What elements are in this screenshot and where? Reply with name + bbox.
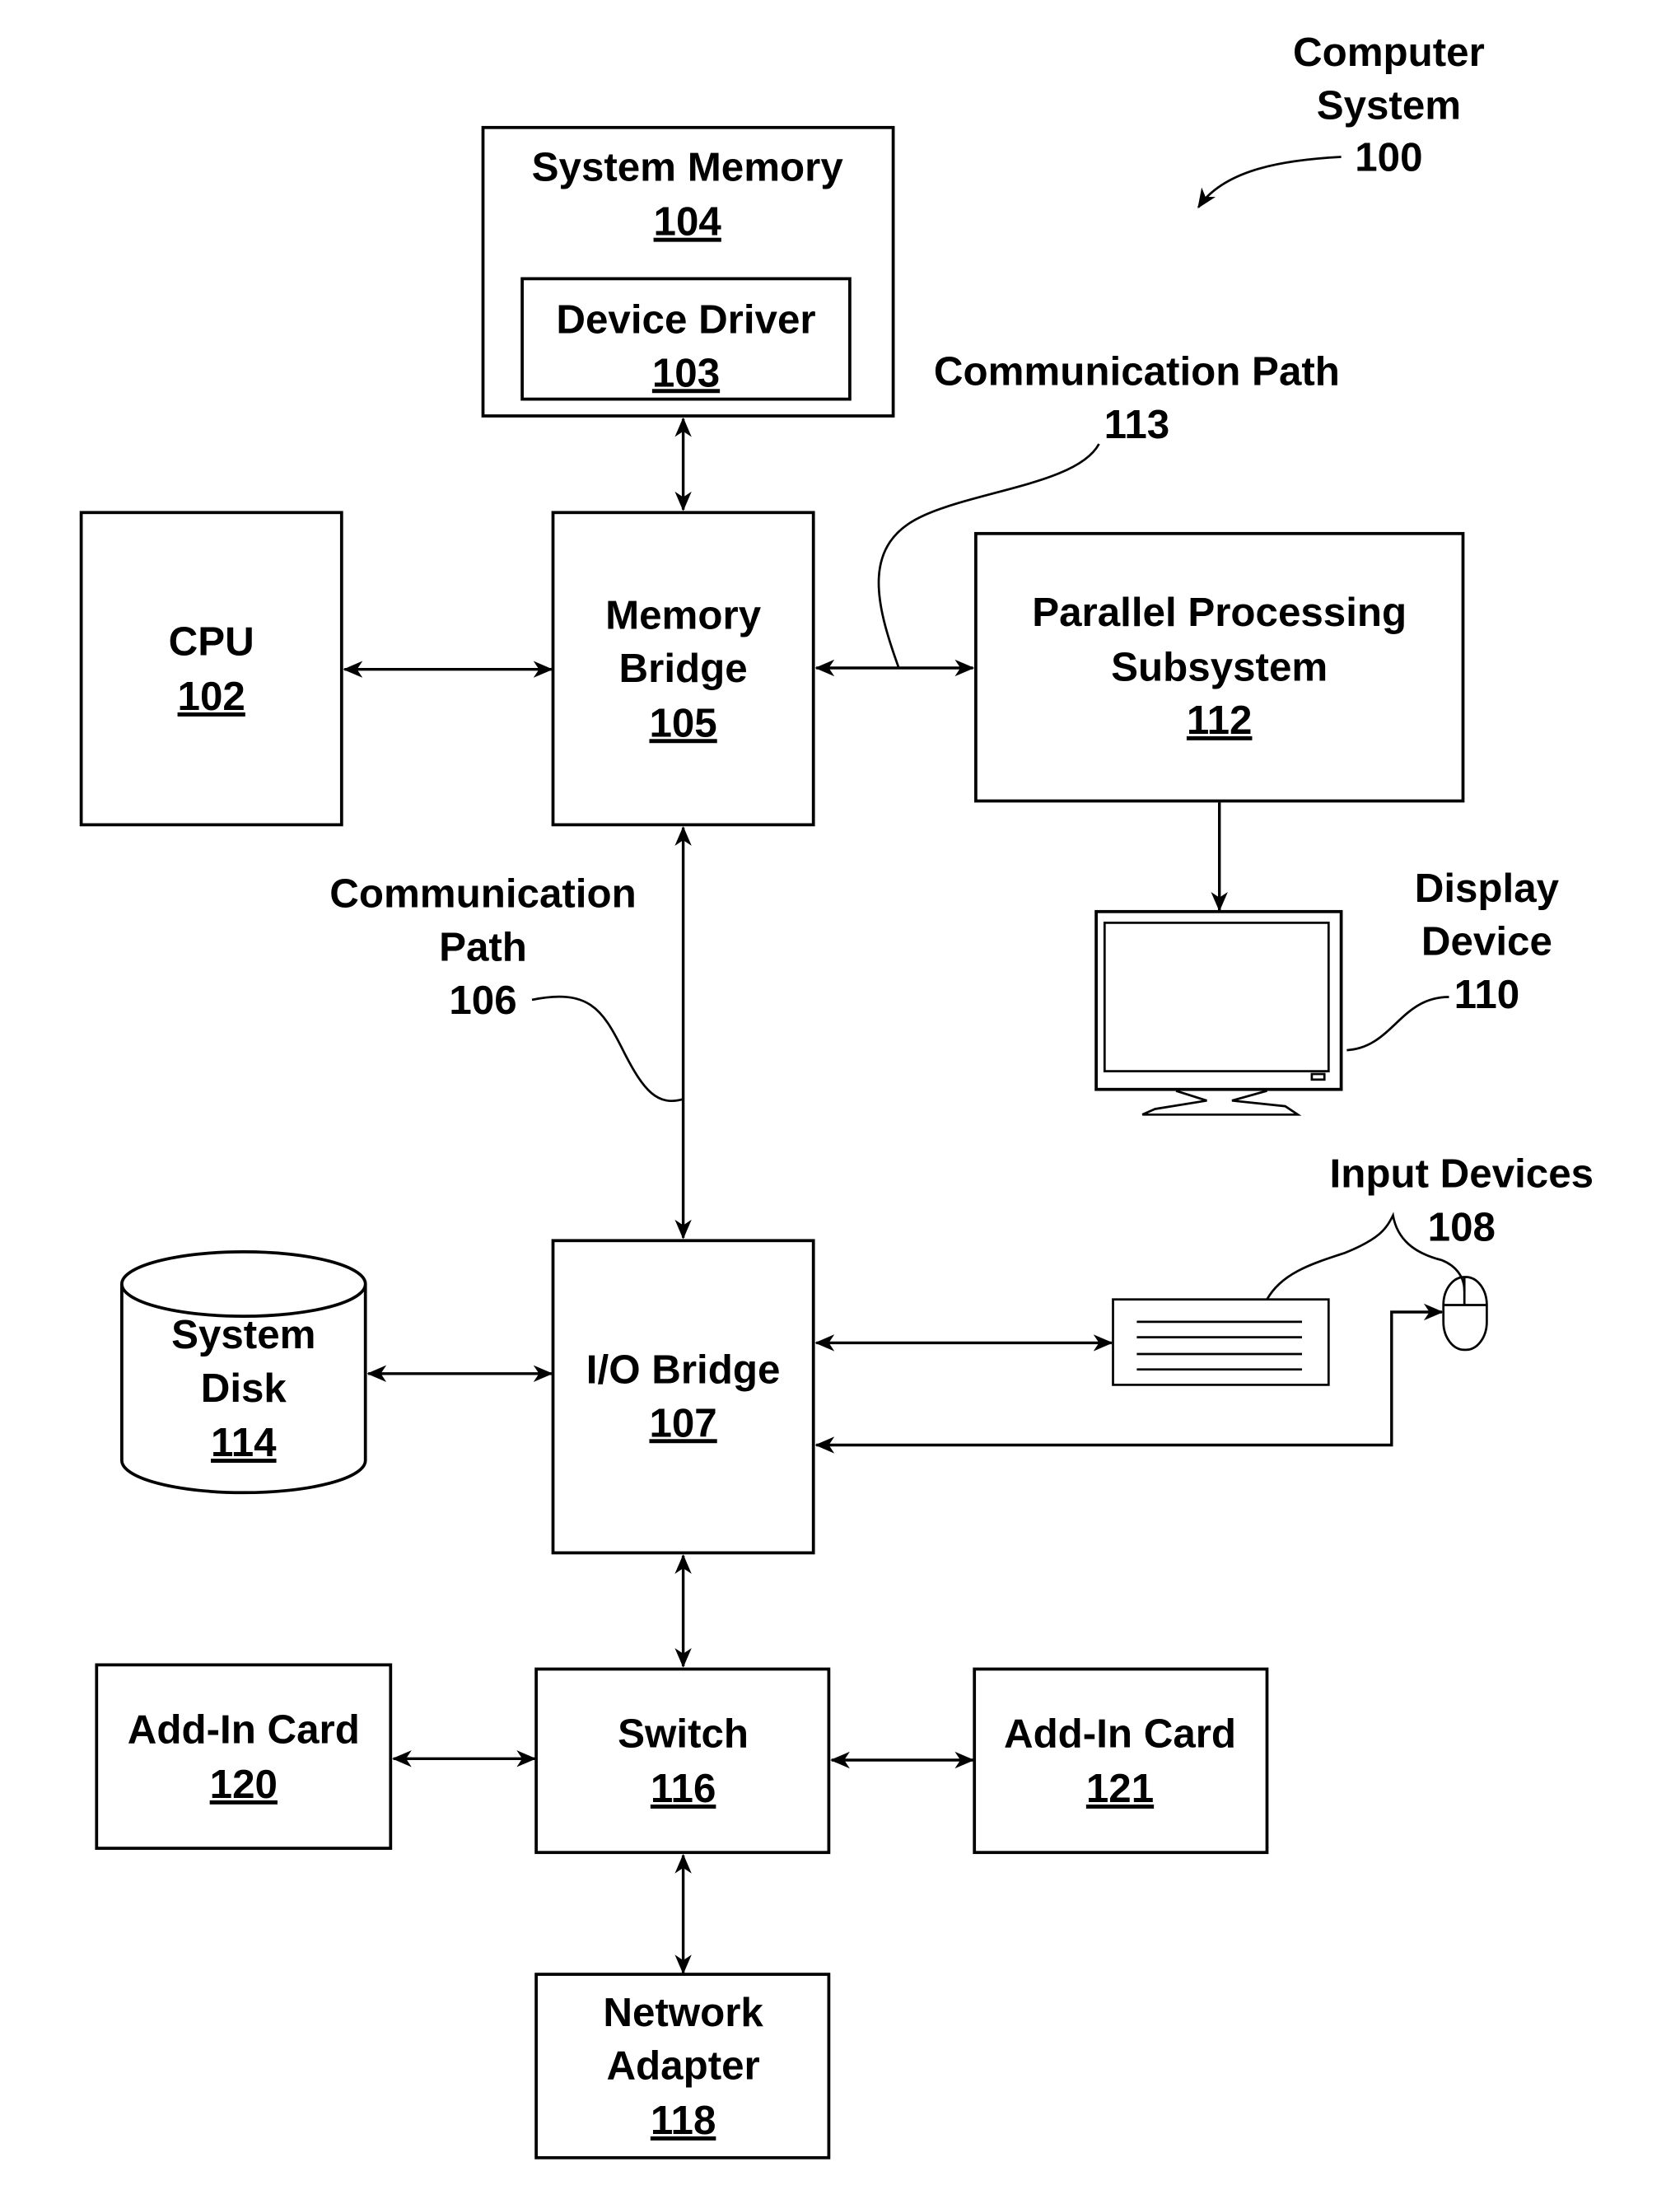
parallel-processing-line-2: Subsystem: [1111, 644, 1328, 689]
add-in-card-120-block: Add-In Card 120: [95, 1663, 393, 1850]
network-adapter-line-2: Adapter: [606, 2043, 759, 2089]
title-ref: 100: [1355, 135, 1422, 180]
memory-bridge-block: Memory Bridge 105: [551, 511, 815, 827]
display-device-line-2: Device: [1421, 919, 1552, 964]
memory-bridge-line-2: Bridge: [619, 646, 748, 691]
network-adapter-ref: 118: [651, 2098, 716, 2143]
input-devices-ref: 108: [1428, 1204, 1496, 1249]
comm-path-106-line-1: Communication: [329, 871, 636, 917]
display-device-block: Display Device 110: [1094, 866, 1560, 1116]
comm-path-106-ref: 106: [449, 978, 516, 1023]
add-in-card-121-label: Add-In Card: [1004, 1711, 1236, 1757]
add-in-card-121-box: [973, 1667, 1269, 1855]
system-disk-line-1: System: [171, 1312, 315, 1357]
comm-path-113-label: Communication Path: [934, 349, 1340, 395]
device-driver-label: Device Driver: [556, 297, 815, 343]
network-adapter-block: Network Adapter 118: [534, 1973, 831, 2160]
parallel-processing-line-1: Parallel Processing: [1032, 590, 1407, 635]
system-disk-ref: 114: [211, 1420, 277, 1465]
keyboard-icon: [1112, 1298, 1330, 1386]
system-disk-line-2: Disk: [201, 1366, 287, 1411]
io-bridge-ref: 107: [649, 1400, 716, 1445]
add-in-card-120-label: Add-In Card: [128, 1707, 360, 1753]
title-leader-arrow: [1197, 156, 1342, 209]
parallel-processing-block: Parallel Processing Subsystem 112: [974, 531, 1465, 803]
add-in-card-121-ref: 121: [1086, 1766, 1154, 1811]
switch-ref: 116: [651, 1766, 716, 1811]
monitor-icon-bezel: [1094, 909, 1343, 1091]
add-in-card-120-box: [95, 1663, 393, 1850]
input-devices-label: Input Devices: [1330, 1151, 1594, 1197]
computer-system-diagram: Computer System 100 System Memory 104 De…: [79, 30, 1594, 2160]
input-devices-block: Input Devices 108: [1112, 1151, 1594, 1386]
title-line-1: Computer: [1293, 30, 1485, 75]
network-adapter-line-1: Network: [603, 1990, 763, 2035]
add-in-card-121-block: Add-In Card 121: [973, 1667, 1269, 1855]
switch-block: Switch 116: [534, 1667, 831, 1855]
memory-bridge-line-1: Memory: [605, 592, 762, 637]
comm-path-106-leader: [531, 995, 684, 1103]
comm-path-106-line-2: Path: [439, 924, 527, 969]
monitor-icon-stand: [1141, 1090, 1302, 1116]
communication-path-106: Communication Path 106: [329, 871, 684, 1103]
comm-path-113-ref: 113: [1104, 402, 1170, 447]
system-disk-block: System Disk 114: [120, 1250, 367, 1495]
io-bridge-label: I/O Bridge: [586, 1347, 781, 1393]
cpu-box: [79, 511, 343, 827]
add-in-card-120-ref: 120: [210, 1762, 278, 1807]
memory-bridge-ref: 105: [649, 700, 716, 745]
cpu-block: CPU 102: [79, 511, 343, 827]
cpu-ref: 102: [178, 674, 245, 719]
switch-box: [534, 1667, 831, 1855]
io-bridge-block: I/O Bridge 107: [551, 1239, 815, 1555]
figure-title: Computer System 100: [1197, 30, 1485, 209]
title-line-2: System: [1317, 83, 1461, 128]
parallel-processing-ref: 112: [1187, 698, 1253, 743]
cpu-label: CPU: [169, 619, 254, 665]
system-memory-label: System Memory: [532, 144, 844, 189]
display-device-line-1: Display: [1415, 866, 1560, 911]
display-device-leader: [1346, 996, 1449, 1052]
switch-label: Switch: [618, 1711, 749, 1757]
system-memory-block: System Memory 104 Device Driver 103: [481, 125, 895, 418]
device-driver-ref: 103: [652, 350, 720, 395]
system-memory-ref: 104: [654, 199, 722, 245]
display-device-ref: 110: [1454, 972, 1520, 1017]
system-disk-top: [120, 1250, 367, 1318]
io-bridge-box: [551, 1239, 815, 1555]
edge-io-bridge-to-mouse: [814, 1303, 1444, 1454]
